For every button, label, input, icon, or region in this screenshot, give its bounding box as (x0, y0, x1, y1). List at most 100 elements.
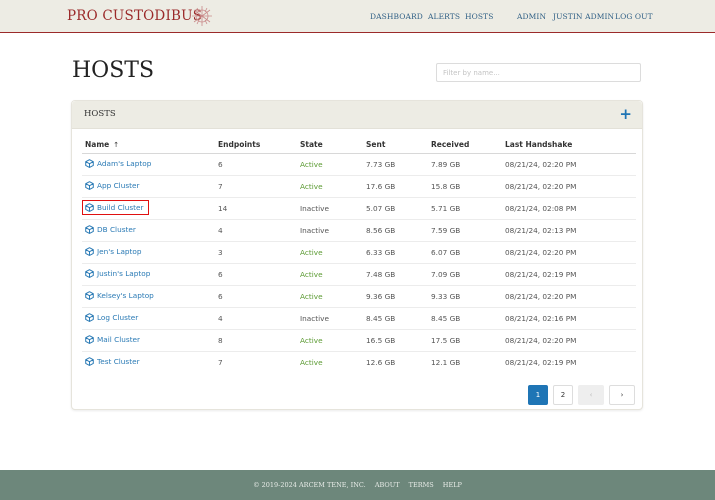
host-name: Kelsey's Laptop (97, 291, 154, 300)
cell-endpoints: 8 (215, 329, 297, 352)
cell-state: Active (297, 285, 363, 308)
host-link[interactable]: DB Cluster (85, 225, 136, 234)
cell-endpoints: 14 (215, 197, 297, 220)
cell-name: Kelsey's Laptop (82, 285, 215, 308)
panel-header: HOSTS + (72, 101, 642, 129)
cell-name: DB Cluster (82, 219, 215, 242)
panel-title: HOSTS (84, 109, 116, 119)
host-cube-icon (85, 335, 94, 344)
cell-name: App Cluster (82, 175, 215, 198)
host-cube-icon (85, 269, 94, 278)
host-name: Justin's Laptop (97, 269, 151, 278)
footer: © 2019-2024 ARCEM TENE, INC. ABOUT TERMS… (0, 470, 715, 500)
cell-endpoints: 6 (215, 285, 297, 308)
nav-dashboard[interactable]: DASHBOARD (370, 12, 423, 21)
page-2-button[interactable]: 2 (553, 385, 573, 405)
nav-admin[interactable]: ADMIN (517, 12, 546, 21)
host-link[interactable]: App Cluster (85, 181, 139, 190)
host-name: App Cluster (97, 181, 140, 190)
top-navbar: PRO CUSTODIBUS DASHBOARD ALERTS HOSTS AD… (0, 0, 715, 33)
cell-last-handshake: 08/21/24, 02:20 PM (502, 329, 636, 352)
column-header-state[interactable]: State (297, 135, 363, 154)
table-row: Adam's Laptop 6 Active 7.73 GB 7.89 GB 08/21/… (82, 153, 636, 176)
brand-logo-text[interactable]: PRO CUSTODIBUS (67, 8, 202, 24)
cell-state: Inactive (297, 197, 363, 220)
nav-hosts[interactable]: HOSTS (465, 12, 493, 21)
pagination: 1 2 ‹ › (528, 385, 635, 405)
host-link[interactable]: Mail Cluster (85, 335, 140, 344)
host-link[interactable]: Test Cluster (85, 357, 140, 366)
host-cube-icon (85, 247, 94, 256)
table-row: Build Cluster 14 Inactive 5.07 GB 5.71 GB 08/… (82, 197, 636, 220)
cell-last-handshake: 08/21/24, 02:20 PM (502, 153, 636, 176)
sort-ascending-icon: ↑ (113, 140, 120, 149)
host-link[interactable]: Adam's Laptop (85, 159, 151, 168)
column-header-name[interactable]: Name ↑ (82, 135, 215, 154)
cell-name: Test Cluster (82, 352, 215, 374)
column-header-endpoints[interactable]: Endpoints (215, 135, 297, 154)
table-row: Log Cluster 4 Inactive 8.45 GB 8.45 GB 08/21/… (82, 307, 636, 330)
cell-state: Active (300, 358, 323, 367)
add-host-button[interactable]: + (619, 104, 632, 124)
table-row: Kelsey's Laptop 6 Active 9.36 GB 9.33 GB 08/2… (82, 285, 636, 308)
host-link[interactable]: Build Cluster (82, 200, 149, 215)
cell-state: Active (297, 175, 363, 198)
column-header-received[interactable]: Received (428, 135, 502, 154)
nav-alerts[interactable]: ALERTS (428, 12, 460, 21)
cell-received: 7.09 GB (428, 263, 502, 286)
host-name: Mail Cluster (97, 335, 141, 344)
footer-terms-link[interactable]: TERMS (409, 481, 434, 489)
host-link[interactable]: Justin's Laptop (85, 269, 150, 278)
hosts-table: Name ↑ Endpoints State Sent Received Last… (82, 135, 636, 373)
cell-received: 15.8 GB (428, 175, 502, 198)
footer-help-link[interactable]: HELP (443, 481, 462, 489)
copyright-text: © 2019-2024 ARCEM TENE, INC. (253, 481, 366, 489)
table-row: Justin's Laptop 6 Active 7.48 GB 7.09 GB 08/2… (82, 263, 636, 286)
footer-about-link[interactable]: ABOUT (375, 481, 400, 489)
table-header-row: Name ↑ Endpoints State Sent Received Last… (82, 135, 636, 154)
cell-sent: 6.33 GB (363, 241, 428, 264)
host-cube-icon (85, 291, 94, 300)
cell-sent: 17.6 GB (363, 175, 428, 198)
table-row: App Cluster 7 Active 17.6 GB 15.8 GB 08/21/24… (82, 175, 636, 198)
cell-last-handshake: 08/21/24, 02:20 PM (502, 175, 636, 198)
cell-state: Active (297, 153, 363, 176)
cell-last-handshake: 08/21/24, 02:16 PM (502, 307, 636, 330)
page-1-button[interactable]: 1 (528, 385, 548, 405)
filter-input[interactable] (436, 63, 641, 82)
host-name: Test Cluster (97, 357, 140, 366)
cell-last-handshake: 08/21/24, 02:20 PM (502, 285, 636, 308)
host-link[interactable]: Kelsey's Laptop (85, 291, 154, 300)
next-page-button[interactable]: › (609, 385, 635, 405)
cell-name: Adam's Laptop (82, 153, 215, 176)
table-row: Mail Cluster 8 Active 16.5 GB 17.5 GB 08/21/2… (82, 329, 636, 352)
host-cube-icon (85, 313, 94, 322)
table-row: Test Cluster 7 Active 12.6 GB 12.1 GB 08/21/2… (82, 352, 636, 374)
host-cube-icon (85, 357, 94, 366)
table-row: DB Cluster 4 Inactive 8.56 GB 7.59 GB 08/21/2… (82, 219, 636, 242)
cell-last-handshake: 08/21/24, 02:08 PM (502, 197, 636, 220)
cell-received: 8.45 GB (428, 307, 502, 330)
cell-endpoints: 3 (215, 241, 297, 264)
cell-sent: 9.36 GB (363, 285, 428, 308)
cell-name: Justin's Laptop (82, 263, 215, 286)
host-cube-icon (85, 203, 94, 212)
cell-state: Inactive (297, 307, 363, 330)
host-name: Jen's Laptop (97, 247, 142, 256)
nav-logout[interactable]: LOG OUT (615, 12, 653, 21)
host-link[interactable]: Log Cluster (85, 313, 138, 322)
cell-name: Build Cluster (82, 197, 215, 220)
column-header-last-handshake[interactable]: Last Handshake (502, 135, 636, 154)
host-cube-icon (85, 159, 94, 168)
cell-last-handshake: 08/21/24, 02:19 PM (502, 263, 636, 286)
cell-received: 7.89 GB (428, 153, 502, 176)
nav-user-account[interactable]: JUSTIN ADMIN (553, 12, 614, 21)
host-link[interactable]: Jen's Laptop (85, 247, 142, 256)
previous-page-button[interactable]: ‹ (578, 385, 604, 405)
host-cube-icon (85, 225, 94, 234)
cell-name: Jen's Laptop (82, 241, 215, 264)
host-name: DB Cluster (97, 225, 136, 234)
cell-state: Inactive (297, 219, 363, 242)
column-header-sent[interactable]: Sent (363, 135, 428, 154)
cell-name: Mail Cluster (82, 329, 215, 352)
